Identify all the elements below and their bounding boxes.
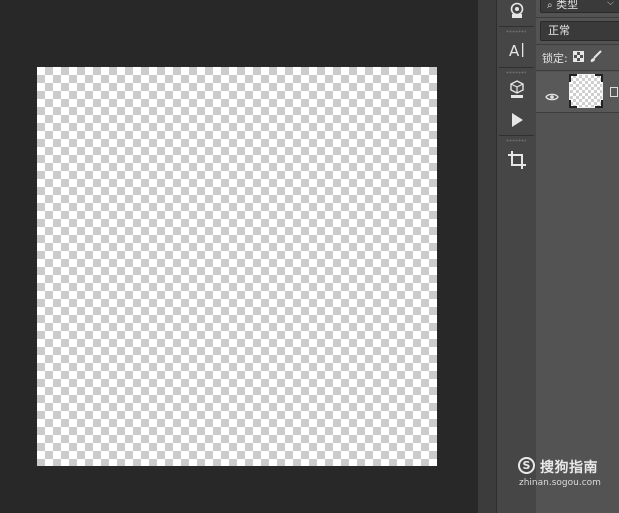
eye-icon[interactable]: [545, 87, 559, 106]
panel-icon-column: A: [496, 0, 537, 513]
panel-grip[interactable]: [506, 71, 526, 74]
info-panel-button[interactable]: [497, 0, 536, 26]
panel-divider: [536, 70, 619, 71]
panel-divider: [536, 44, 619, 45]
selection-corner: [569, 74, 577, 82]
crop-icon: [507, 150, 527, 170]
watermark-name: 搜狗指南: [540, 460, 598, 476]
tool-divider: [499, 26, 534, 27]
transparent-document-canvas[interactable]: [37, 67, 437, 466]
crop-panel-button[interactable]: [497, 145, 536, 175]
panel-collapse-strip[interactable]: [478, 0, 496, 513]
filter-icon: ⌕: [547, 0, 553, 11]
play-icon: [510, 112, 524, 128]
panel-divider: [536, 112, 619, 113]
filter-label: 类型: [556, 0, 579, 11]
lock-label: 锁定:: [542, 52, 568, 65]
lock-image-pixels-icon[interactable]: [589, 50, 602, 66]
tool-divider: [499, 135, 534, 136]
watermark: S 搜狗指南 zhinan.sogou.com: [518, 456, 618, 496]
info-icon: [509, 2, 525, 20]
panel-grip[interactable]: [506, 30, 526, 33]
panel-grip[interactable]: [506, 139, 526, 142]
3d-panel-button[interactable]: [497, 75, 536, 105]
lock-transparent-pixels-icon[interactable]: [572, 51, 584, 65]
tool-divider: [499, 67, 534, 68]
blend-mode-value: 正常: [548, 24, 570, 37]
character-icon: A: [508, 41, 526, 59]
3d-icon: [508, 80, 526, 100]
selection-corner: [595, 74, 603, 82]
selection-corner: [569, 100, 577, 108]
character-panel-button[interactable]: A: [497, 35, 536, 65]
layer-filter-select[interactable]: ⌕ 类型 ⌵: [540, 0, 619, 13]
watermark-url: zhinan.sogou.com: [519, 478, 601, 488]
layer-row[interactable]: [536, 72, 619, 112]
selection-corner: [595, 100, 603, 108]
sogou-logo-icon: S: [518, 457, 535, 474]
panel-divider: [536, 17, 619, 18]
document-workspace: [0, 0, 478, 513]
layer-name-fragment: [610, 87, 618, 97]
layer-thumbnail[interactable]: [569, 74, 603, 108]
blend-mode-select[interactable]: 正常: [540, 21, 619, 41]
layers-panel: ⌕ 类型 ⌵ 正常 锁定:: [536, 0, 619, 513]
actions-panel-button[interactable]: [497, 105, 536, 135]
chevron-down-icon: ⌵: [607, 0, 614, 8]
lock-row: 锁定:: [542, 49, 602, 67]
svg-text:A: A: [509, 42, 520, 59]
